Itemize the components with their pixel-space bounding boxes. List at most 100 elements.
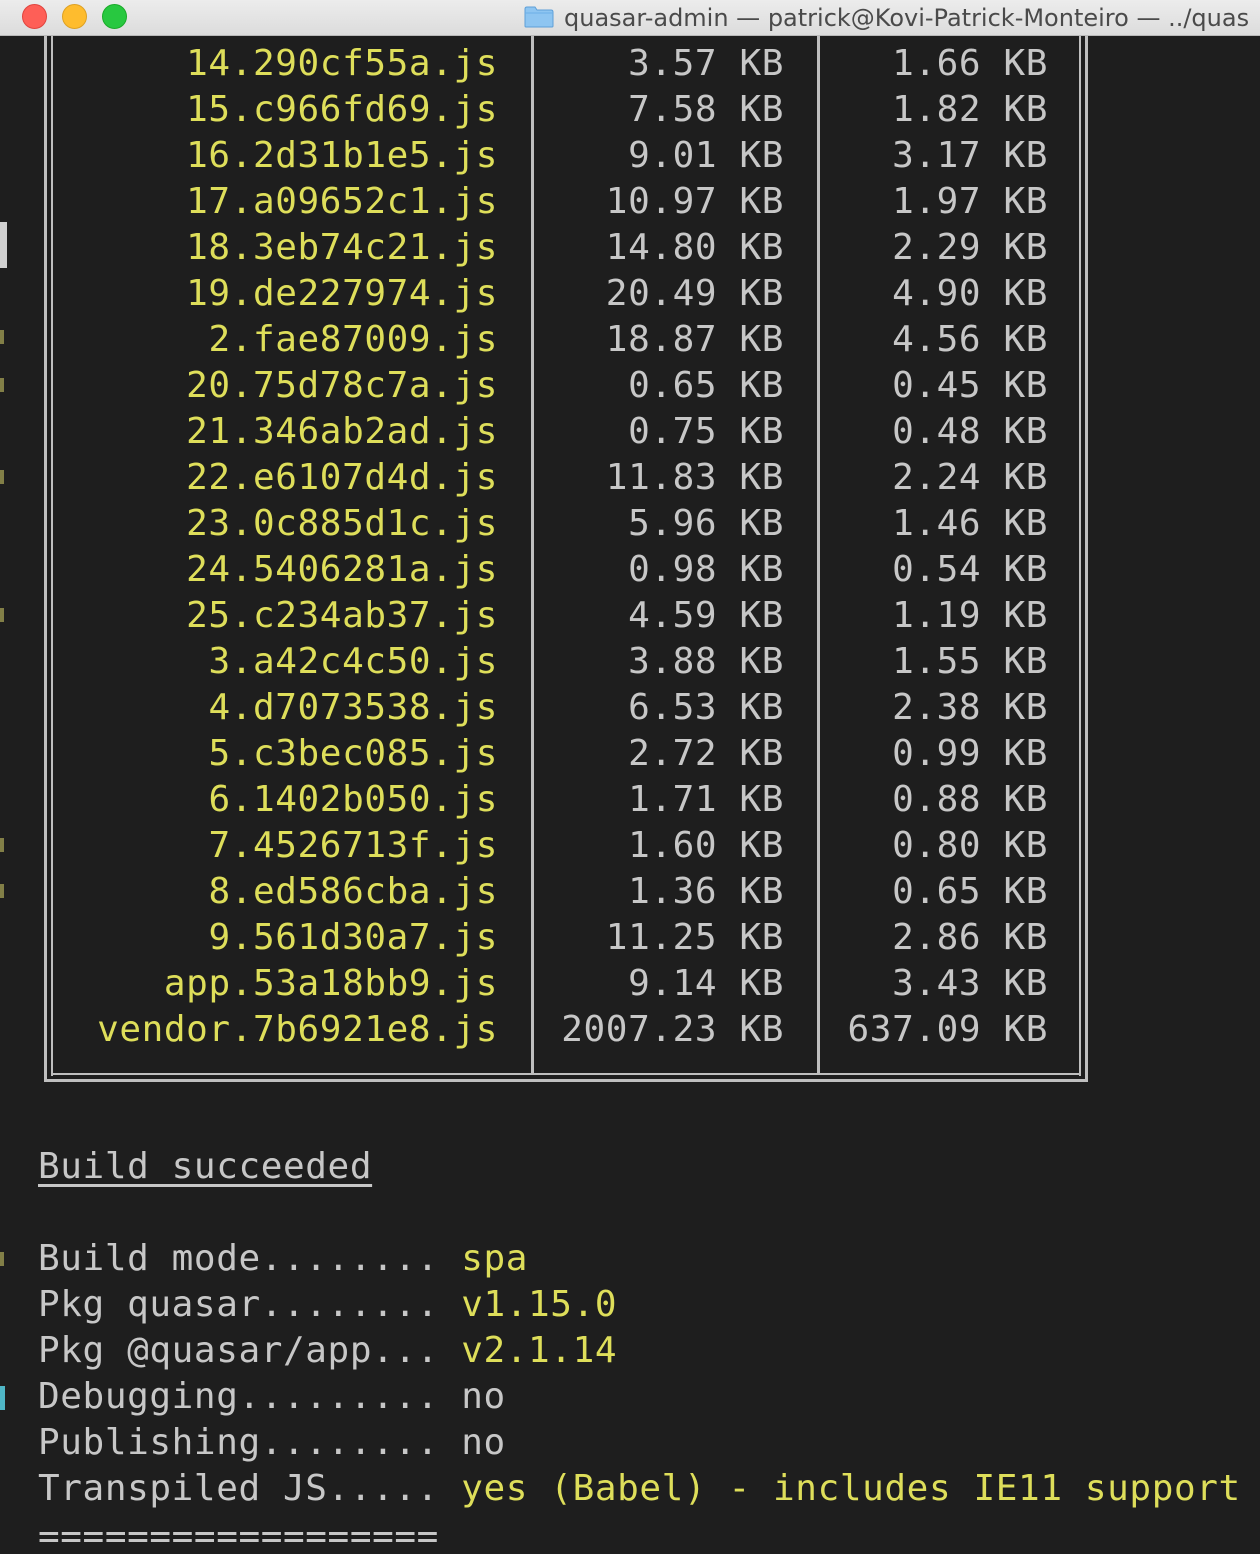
table-row: 5.c3bec085.js 2.72 KB 0.99 KB — [0, 731, 1260, 777]
table-row: 9.561d30a7.js 11.25 KB 2.86 KB — [0, 915, 1260, 961]
file-name: 7.4526713f.js — [208, 825, 498, 866]
table-row: 8.ed586cba.js 1.36 KB 0.65 KB — [0, 869, 1260, 915]
background-window-mark — [0, 884, 4, 898]
window-title: quasar-admin — patrick@Kovi-Patrick-Mont… — [564, 4, 1250, 32]
table-row: 4.d7073538.js 6.53 KB 2.38 KB — [0, 685, 1260, 731]
file-name: vendor.7b6921e8.js — [97, 1009, 498, 1050]
table-row: 6.1402b050.js 1.71 KB 0.88 KB — [0, 777, 1260, 823]
background-window-mark — [0, 608, 4, 622]
file-size: 2.72 KB — [628, 733, 784, 774]
file-size: 18.87 KB — [605, 319, 784, 360]
folder-icon — [524, 6, 554, 28]
table-row: 19.de227974.js 20.49 KB 4.90 KB — [0, 271, 1260, 317]
table-row: 17.a09652c1.js 10.97 KB 1.97 KB — [0, 179, 1260, 225]
file-gzipped-size: 4.56 KB — [892, 319, 1048, 360]
file-gzipped-size: 1.97 KB — [892, 181, 1048, 222]
file-size: 9.01 KB — [628, 135, 784, 176]
file-size: 1.36 KB — [628, 871, 784, 912]
file-gzipped-size: 3.43 KB — [892, 963, 1048, 1004]
file-name: 8.ed586cba.js — [208, 871, 498, 912]
background-window-mark — [0, 470, 4, 484]
file-name: 4.d7073538.js — [208, 687, 498, 728]
table-row: 25.c234ab37.js 4.59 KB 1.19 KB — [0, 593, 1260, 639]
file-size: 9.14 KB — [628, 963, 784, 1004]
file-name: 9.561d30a7.js — [208, 917, 498, 958]
table-row: 7.4526713f.js 1.60 KB 0.80 KB — [0, 823, 1260, 869]
file-size: 11.25 KB — [605, 917, 784, 958]
table-row: 14.290cf55a.js 3.57 KB 1.66 KB — [0, 41, 1260, 87]
file-name: 25.c234ab37.js — [186, 595, 498, 636]
table-row: 24.5406281a.js 0.98 KB 0.54 KB — [0, 547, 1260, 593]
build-info-row: Transpiled JS..... yes (Babel) - include… — [38, 1466, 1241, 1512]
file-size: 6.53 KB — [628, 687, 784, 728]
file-gzipped-size: 0.65 KB — [892, 871, 1048, 912]
close-window-button[interactable] — [22, 4, 47, 29]
file-gzipped-size: 1.55 KB — [892, 641, 1048, 682]
file-size: 0.65 KB — [628, 365, 784, 406]
table-row: 23.0c885d1c.js 5.96 KB 1.46 KB — [0, 501, 1260, 547]
file-name: 19.de227974.js — [186, 273, 498, 314]
build-info-value: no — [461, 1422, 506, 1463]
title-bar: quasar-admin — patrick@Kovi-Patrick-Mont… — [0, 0, 1260, 36]
table-row: 21.346ab2ad.js 0.75 KB 0.48 KB — [0, 409, 1260, 455]
build-info-label: Pkg @quasar/app... — [38, 1330, 462, 1371]
table-row: 18.3eb74c21.js 14.80 KB 2.29 KB — [0, 225, 1260, 271]
file-gzipped-size: 2.86 KB — [892, 917, 1048, 958]
build-info-value: v1.15.0 — [461, 1284, 618, 1325]
file-gzipped-size: 1.46 KB — [892, 503, 1048, 544]
file-gzipped-size: 3.17 KB — [892, 135, 1048, 176]
file-gzipped-size: 0.54 KB — [892, 549, 1048, 590]
build-info-row: Pkg quasar........ v1.15.0 — [38, 1282, 617, 1328]
file-name: 14.290cf55a.js — [186, 43, 498, 84]
file-gzipped-size: 4.90 KB — [892, 273, 1048, 314]
build-info-label: Pkg quasar........ — [38, 1284, 462, 1325]
file-size: 3.88 KB — [628, 641, 784, 682]
background-window-mark — [0, 330, 4, 344]
file-name: app.53a18bb9.js — [163, 963, 498, 1004]
file-gzipped-size: 1.66 KB — [892, 43, 1048, 84]
file-name: 18.3eb74c21.js — [186, 227, 498, 268]
file-size: 4.59 KB — [628, 595, 784, 636]
file-size: 0.98 KB — [628, 549, 784, 590]
file-gzipped-size: 2.29 KB — [892, 227, 1048, 268]
build-info-label: Build mode........ — [38, 1238, 462, 1279]
table-row: 20.75d78c7a.js 0.65 KB 0.45 KB — [0, 363, 1260, 409]
table-row: 15.c966fd69.js 7.58 KB 1.82 KB — [0, 87, 1260, 133]
file-name: 21.346ab2ad.js — [186, 411, 498, 452]
file-name: 6.1402b050.js — [208, 779, 498, 820]
zoom-window-button[interactable] — [102, 4, 127, 29]
file-name: 17.a09652c1.js — [186, 181, 498, 222]
build-info-label: Publishing........ — [38, 1422, 462, 1463]
file-name: 23.0c885d1c.js — [186, 503, 498, 544]
file-name: 16.2d31b1e5.js — [186, 135, 498, 176]
table-row: 2.fae87009.js 18.87 KB 4.56 KB — [0, 317, 1260, 363]
background-window-scroll-mark — [0, 222, 7, 268]
file-size: 2007.23 KB — [561, 1009, 784, 1050]
build-info-row: Build mode........ spa — [38, 1236, 528, 1282]
build-status: Build succeeded — [38, 1146, 373, 1187]
file-gzipped-size: 0.80 KB — [892, 825, 1048, 866]
file-size: 20.49 KB — [605, 273, 784, 314]
build-info-label: Debugging......... — [38, 1376, 462, 1417]
file-size: 1.60 KB — [628, 825, 784, 866]
file-gzipped-size: 2.24 KB — [892, 457, 1048, 498]
terminal-output[interactable]: 14.290cf55a.js 3.57 KB 1.66 KB 15.c966fd69.… — [0, 36, 1260, 1554]
file-gzipped-size: 637.09 KB — [847, 1009, 1048, 1050]
table-row: 16.2d31b1e5.js 9.01 KB 3.17 KB — [0, 133, 1260, 179]
build-info-value: no — [461, 1376, 506, 1417]
build-info-label: Transpiled JS..... — [38, 1468, 462, 1509]
file-size: 0.75 KB — [628, 411, 784, 452]
file-name: 22.e6107d4d.js — [186, 457, 498, 498]
build-info-row: Pkg @quasar/app... v2.1.14 — [38, 1328, 617, 1374]
build-info-row: Debugging......... no — [38, 1374, 506, 1420]
file-size: 10.97 KB — [605, 181, 784, 222]
build-info-value: yes (Babel) - includes IE11 support — [461, 1468, 1241, 1509]
build-info-row: Publishing........ no — [38, 1420, 506, 1466]
file-size: 11.83 KB — [605, 457, 784, 498]
minimize-window-button[interactable] — [62, 4, 87, 29]
file-size: 7.58 KB — [628, 89, 784, 130]
background-window-mark — [0, 838, 4, 852]
file-name: 2.fae87009.js — [208, 319, 498, 360]
file-name: 24.5406281a.js — [186, 549, 498, 590]
file-size: 1.71 KB — [628, 779, 784, 820]
